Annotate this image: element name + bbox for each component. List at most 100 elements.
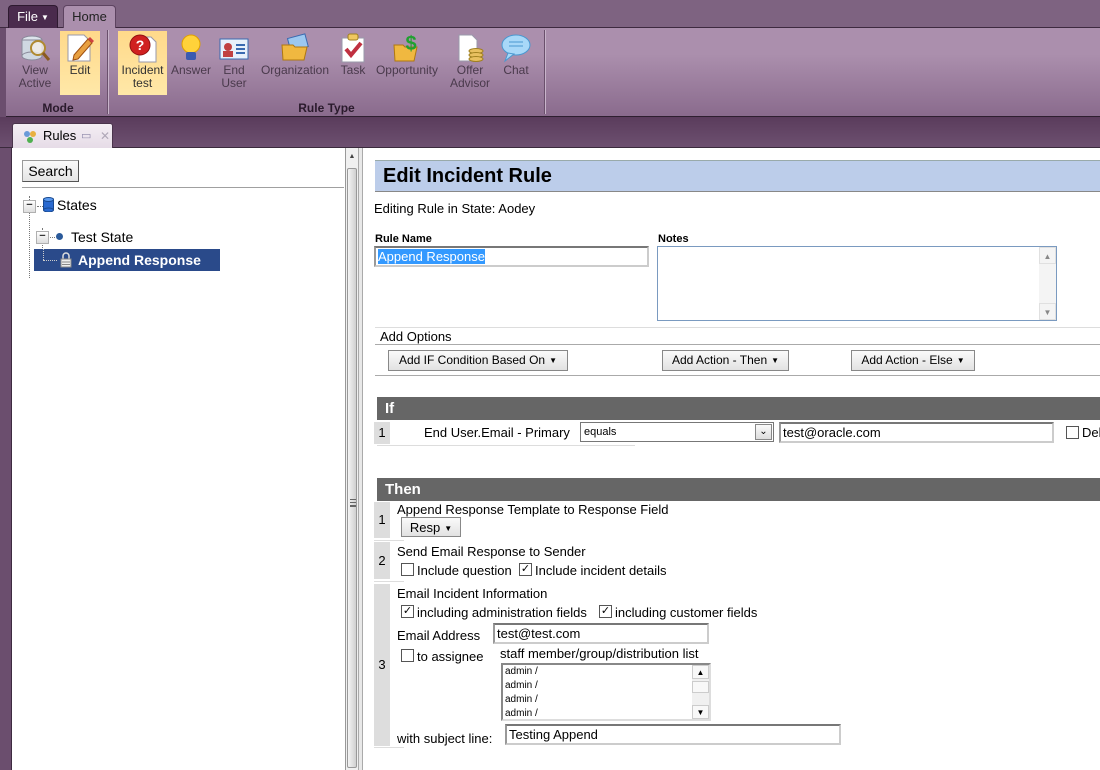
include-question-checkbox[interactable] xyxy=(401,563,414,576)
condition-row-number: 1 xyxy=(374,422,390,444)
condition-field-label: End User.Email - Primary xyxy=(424,425,570,440)
state-dot-icon xyxy=(56,233,63,240)
answer-rule-type-button[interactable]: Answer xyxy=(169,31,213,95)
add-action-then-dropdown[interactable]: Add Action - Then ▼ xyxy=(662,350,789,371)
collapse-states-toggle[interactable]: − xyxy=(23,200,36,213)
organization-rule-type-button[interactable]: Organization xyxy=(256,31,334,95)
action-title: Send Email Response to Sender xyxy=(397,544,586,559)
rules-tab-label: Rules xyxy=(43,128,77,143)
svg-text:?: ? xyxy=(135,37,144,53)
list-item[interactable]: admin / xyxy=(503,665,709,679)
subject-line-label: with subject line: xyxy=(397,731,493,746)
home-tab[interactable]: Home xyxy=(63,5,116,29)
tree-node-label: States xyxy=(57,197,97,213)
add-then-label: Add Action - Then xyxy=(671,353,768,367)
opportunity-rule-type-button[interactable]: $ Opportunity xyxy=(372,31,442,95)
email-address-value: test@test.com xyxy=(497,626,581,641)
email-address-input[interactable]: test@test.com xyxy=(493,623,709,644)
action-title: Append Response Template to Response Fie… xyxy=(397,502,669,517)
view-active-button[interactable]: View Active xyxy=(14,31,56,95)
incident-label-1: Incident xyxy=(121,63,164,77)
add-if-condition-dropdown[interactable]: Add IF Condition Based On ▼ xyxy=(388,350,568,371)
edit-mode-button[interactable]: Edit xyxy=(60,31,100,95)
search-button[interactable]: Search xyxy=(22,160,79,182)
list-item[interactable]: admin / xyxy=(503,707,709,721)
staff-listbox[interactable]: admin / admin / admin / admin / ▲ ▼ xyxy=(501,663,711,721)
notes-label: Notes xyxy=(658,233,689,245)
tree-node-label: Test State xyxy=(71,229,134,245)
close-tab-icon[interactable]: ✕ xyxy=(100,124,110,148)
end-user-label-1: End xyxy=(223,63,245,77)
scrollbar-thumb[interactable] xyxy=(692,681,709,693)
condition-value: test@oracle.com xyxy=(783,425,881,440)
list-item[interactable]: admin / xyxy=(503,679,709,693)
database-icon xyxy=(43,197,54,215)
divider xyxy=(375,344,1100,345)
mode-group-label: Mode xyxy=(42,101,74,115)
document-tab-bar: Rules ▭ ✕ xyxy=(0,117,1100,148)
rule-name-input[interactable]: Append Response xyxy=(374,246,649,267)
tree-node-label: Append Response xyxy=(78,252,201,268)
response-template-dropdown[interactable]: Resp ▼ xyxy=(401,517,461,537)
offer-advisor-rule-type-button[interactable]: Offer Advisor xyxy=(446,31,494,95)
condition-value-input[interactable]: test@oracle.com xyxy=(779,422,1054,443)
scroll-down-arrow-icon[interactable]: ▼ xyxy=(692,705,709,719)
divider xyxy=(377,445,635,446)
offer-advisor-label-1: Offer xyxy=(456,63,484,77)
edit-icon xyxy=(64,33,96,63)
if-section-header: If xyxy=(377,397,1100,420)
rules-document-tab[interactable]: Rules ▭ ✕ xyxy=(12,123,113,148)
scroll-up-arrow-icon[interactable]: ▲ xyxy=(346,150,358,164)
end-user-card-icon xyxy=(218,33,250,63)
tree-node-append-response[interactable]: Append Response xyxy=(34,249,220,271)
action-row-number: 2 xyxy=(374,542,390,579)
rule-name-label: Rule Name xyxy=(375,233,432,245)
task-rule-type-button[interactable]: Task xyxy=(336,31,370,95)
tree-node-test-state[interactable]: Test State xyxy=(56,229,133,245)
file-menu-tab[interactable]: File ▼ xyxy=(8,5,58,28)
scroll-up-arrow-icon[interactable]: ▲ xyxy=(1039,247,1056,264)
tree-node-states[interactable]: States xyxy=(43,197,97,215)
chat-bubble-icon xyxy=(500,33,532,63)
grip-icon xyxy=(350,499,356,507)
float-window-icon[interactable]: ▭ xyxy=(81,124,91,148)
notes-textarea[interactable]: ▲ ▼ xyxy=(657,246,1057,321)
task-label: Task xyxy=(340,63,366,77)
lock-icon xyxy=(60,252,72,274)
answer-label: Answer xyxy=(170,63,211,77)
subject-line-input[interactable]: Testing Append xyxy=(505,724,841,745)
task-clipboard-icon xyxy=(337,33,369,63)
window-frame-left xyxy=(0,148,12,770)
email-address-label: Email Address xyxy=(397,628,481,643)
include-customer-fields-checkbox[interactable]: ✓ xyxy=(599,605,612,618)
organization-folder-icon xyxy=(279,33,311,63)
listbox-scrollbar[interactable]: ▲ ▼ xyxy=(692,665,709,719)
add-else-label: Add Action - Else xyxy=(861,353,953,367)
notes-scrollbar[interactable]: ▲ ▼ xyxy=(1039,247,1056,320)
to-assignee-checkbox[interactable] xyxy=(401,649,414,662)
end-user-rule-type-button[interactable]: End User xyxy=(216,31,252,95)
chat-rule-type-button[interactable]: Chat xyxy=(498,31,534,95)
scroll-down-arrow-icon[interactable]: ▼ xyxy=(1039,303,1056,320)
rule-type-group-label: Rule Type xyxy=(298,101,355,115)
then-section-header: Then xyxy=(377,478,1100,501)
collapse-test-state-toggle[interactable]: − xyxy=(36,231,49,244)
delete-condition-checkbox[interactable] xyxy=(1066,426,1079,439)
condition-operator-select[interactable]: equals ⌄ xyxy=(580,422,774,442)
incident-label-2: test xyxy=(132,76,153,90)
include-admin-fields-checkbox[interactable]: ✓ xyxy=(401,605,414,618)
chat-label: Chat xyxy=(503,63,529,77)
incident-rule-type-button[interactable]: ? Incident test xyxy=(118,31,167,95)
view-active-icon xyxy=(19,33,51,63)
tree-vertical-scrollbar[interactable]: ▲ xyxy=(345,148,358,770)
scrollbar-thumb[interactable] xyxy=(347,168,357,768)
include-question-label: Include question xyxy=(417,563,512,578)
chevron-down-icon: ▼ xyxy=(956,356,965,365)
list-item[interactable]: admin / xyxy=(503,693,709,707)
action-title: Email Incident Information xyxy=(397,586,548,601)
add-action-else-dropdown[interactable]: Add Action - Else ▼ xyxy=(851,350,975,371)
include-incident-details-checkbox[interactable]: ✓ xyxy=(519,563,532,576)
scroll-up-arrow-icon[interactable]: ▲ xyxy=(692,665,709,679)
editing-state-text: Editing Rule in State: Aodey xyxy=(374,201,536,216)
rule-name-value: Append Response xyxy=(378,249,485,264)
